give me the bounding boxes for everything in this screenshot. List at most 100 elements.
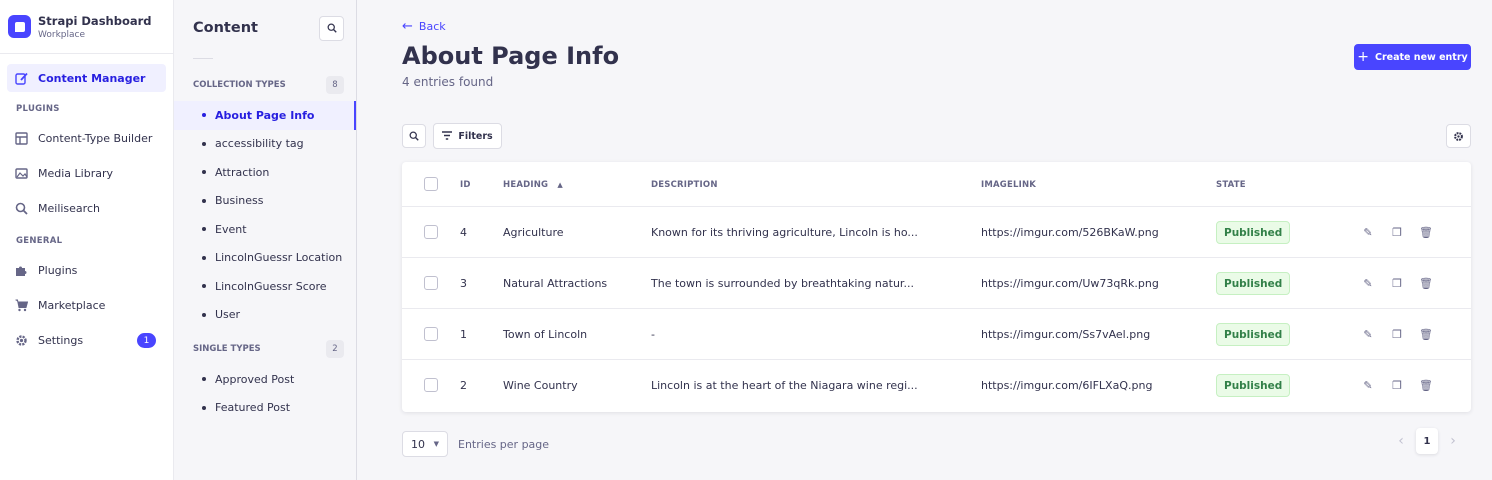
content-subnav: Content COLLECTION TYPES 8 About Page In… bbox=[174, 0, 357, 480]
entries-table: ID HEADING ▲ DESCRIPTION IMAGELINK STATE… bbox=[402, 162, 1471, 412]
collection-link-lincolnguessr-score[interactable]: LincolnGuessr Score bbox=[174, 272, 356, 301]
collection-link-attraction[interactable]: Attraction bbox=[174, 158, 356, 187]
page-size-select[interactable]: 10 ▼ bbox=[402, 431, 448, 457]
cell-imagelink: https://imgur.com/526BKaW.png bbox=[981, 226, 1159, 239]
collection-link-business[interactable]: Business bbox=[174, 187, 356, 216]
caret-down-icon: ▼ bbox=[433, 440, 439, 448]
gear-icon bbox=[15, 334, 28, 347]
sort-ascending-icon: ▲ bbox=[557, 181, 563, 189]
filters-button[interactable]: Filters bbox=[433, 123, 502, 149]
nav-item-marketplace[interactable]: Marketplace bbox=[7, 291, 166, 319]
duplicate-icon[interactable]: ❐ bbox=[1389, 377, 1405, 393]
cell-imagelink: https://imgur.com/Ss7vAel.png bbox=[981, 328, 1151, 341]
main-content: ← Back About Page Info 4 entries found +… bbox=[357, 0, 1492, 480]
nav-item-label: Settings bbox=[38, 333, 84, 347]
cell-heading: Agriculture bbox=[503, 226, 564, 239]
table-row[interactable]: 4 Agriculture Known for its thriving agr… bbox=[402, 207, 1471, 258]
collection-link-event[interactable]: Event bbox=[174, 215, 356, 244]
trash-icon[interactable]: 🗑 bbox=[1418, 377, 1434, 393]
row-checkbox[interactable] bbox=[424, 225, 438, 239]
search-icon bbox=[15, 202, 28, 215]
column-header-heading[interactable]: HEADING ▲ bbox=[503, 180, 563, 190]
chevron-right-icon[interactable]: › bbox=[1442, 428, 1464, 454]
arrow-left-icon: ← bbox=[402, 19, 413, 34]
duplicate-icon[interactable]: ❐ bbox=[1389, 224, 1405, 240]
table-search-button[interactable] bbox=[402, 124, 426, 148]
collection-link-user[interactable]: User bbox=[174, 301, 356, 330]
main-nav: Strapi Dashboard Workplace Content Manag… bbox=[0, 0, 174, 480]
cell-imagelink: https://imgur.com/6IFLXaQ.png bbox=[981, 379, 1153, 392]
nav-item-label: Meilisearch bbox=[38, 201, 100, 215]
single-link-approved-post[interactable]: Approved Post bbox=[174, 365, 356, 394]
column-header-id[interactable]: ID bbox=[460, 180, 471, 190]
row-checkbox[interactable] bbox=[424, 327, 438, 341]
duplicate-icon[interactable]: ❐ bbox=[1389, 326, 1405, 342]
subnav-search-button[interactable] bbox=[319, 15, 344, 41]
collection-types-header[interactable]: COLLECTION TYPES 8 bbox=[174, 75, 356, 95]
page-size-label: Entries per page bbox=[458, 438, 550, 451]
edit-pencil-icon[interactable]: ✎ bbox=[1360, 377, 1376, 393]
nav-item-label: Plugins bbox=[38, 263, 78, 277]
view-settings-button[interactable] bbox=[1446, 124, 1471, 148]
single-types-header[interactable]: SINGLE TYPES 2 bbox=[174, 339, 356, 359]
duplicate-icon[interactable]: ❐ bbox=[1389, 275, 1405, 291]
create-button-label: Create new entry bbox=[1375, 51, 1468, 63]
plus-icon: + bbox=[1357, 49, 1369, 65]
nav-section-plugins: PLUGINS bbox=[16, 104, 60, 114]
nav-item-settings[interactable]: Settings 1 bbox=[7, 326, 166, 354]
page-size-value: 10 bbox=[411, 437, 425, 451]
nav-item-plugins[interactable]: Plugins bbox=[7, 256, 166, 284]
page-number-button[interactable]: 1 bbox=[1416, 428, 1438, 454]
nav-item-media-library[interactable]: Media Library bbox=[7, 159, 166, 187]
table-header: ID HEADING ▲ DESCRIPTION IMAGELINK STATE bbox=[402, 162, 1471, 207]
nav-item-meilisearch[interactable]: Meilisearch bbox=[7, 194, 166, 222]
back-link[interactable]: ← Back bbox=[402, 19, 446, 34]
table-row[interactable]: 3 Natural Attractions The town is surrou… bbox=[402, 258, 1471, 309]
create-new-entry-button[interactable]: + Create new entry bbox=[1354, 44, 1471, 70]
collection-link-accessibility-tag[interactable]: accessibility tag bbox=[174, 130, 356, 159]
status-badge: Published bbox=[1216, 221, 1291, 244]
column-header-description[interactable]: DESCRIPTION bbox=[651, 180, 718, 190]
brand-subtitle: Workplace bbox=[38, 29, 86, 40]
trash-icon[interactable]: 🗑 bbox=[1418, 224, 1434, 240]
nav-item-content-type-builder[interactable]: Content-Type Builder bbox=[7, 124, 166, 152]
trash-icon[interactable]: 🗑 bbox=[1418, 326, 1434, 342]
select-all-checkbox[interactable] bbox=[424, 177, 438, 191]
search-icon bbox=[409, 131, 419, 141]
edit-pencil-icon[interactable]: ✎ bbox=[1360, 275, 1376, 291]
row-checkbox[interactable] bbox=[424, 276, 438, 290]
layout-icon bbox=[15, 131, 28, 145]
nav-item-content-manager[interactable]: Content Manager bbox=[7, 64, 166, 92]
collection-link-about-page-info[interactable]: About Page Info bbox=[174, 101, 356, 130]
single-link-featured-post[interactable]: Featured Post bbox=[174, 394, 356, 423]
edit-pencil-icon[interactable]: ✎ bbox=[1360, 326, 1376, 342]
cell-description: Lincoln is at the heart of the Niagara w… bbox=[651, 379, 918, 392]
brand: Strapi Dashboard Workplace bbox=[0, 0, 173, 54]
gear-icon bbox=[1454, 131, 1463, 141]
column-header-state[interactable]: STATE bbox=[1216, 180, 1246, 190]
back-label: Back bbox=[418, 20, 446, 33]
search-icon bbox=[327, 23, 337, 33]
cell-id: 2 bbox=[460, 379, 467, 392]
cell-heading: Wine Country bbox=[503, 379, 578, 392]
trash-icon[interactable]: 🗑 bbox=[1418, 275, 1434, 291]
column-header-heading-label: HEADING bbox=[503, 180, 549, 190]
collection-link-lincolnguessr-location[interactable]: LincolnGuessr Location bbox=[174, 244, 356, 273]
settings-notification-badge: 1 bbox=[137, 333, 156, 348]
filters-label: Filters bbox=[458, 130, 493, 142]
chevron-left-icon[interactable]: ‹ bbox=[1390, 428, 1412, 454]
single-types-label: SINGLE TYPES bbox=[193, 344, 261, 354]
image-icon bbox=[15, 167, 28, 180]
row-checkbox[interactable] bbox=[424, 378, 438, 392]
edit-pencil-icon[interactable]: ✎ bbox=[1360, 224, 1376, 240]
puzzle-icon bbox=[15, 264, 28, 277]
table-row[interactable]: 2 Wine Country Lincoln is at the heart o… bbox=[402, 360, 1471, 411]
nav-item-label: Content-Type Builder bbox=[38, 131, 153, 145]
pencil-square-icon bbox=[15, 72, 28, 85]
nav-item-label: Media Library bbox=[38, 166, 113, 180]
cell-description: The town is surrounded by breathtaking n… bbox=[651, 277, 914, 290]
nav-item-label: Content Manager bbox=[38, 71, 146, 85]
table-row[interactable]: 1 Town of Lincoln - https://imgur.com/Ss… bbox=[402, 309, 1471, 360]
shopping-cart-icon bbox=[15, 299, 28, 312]
column-header-imagelink[interactable]: IMAGELINK bbox=[981, 180, 1036, 190]
